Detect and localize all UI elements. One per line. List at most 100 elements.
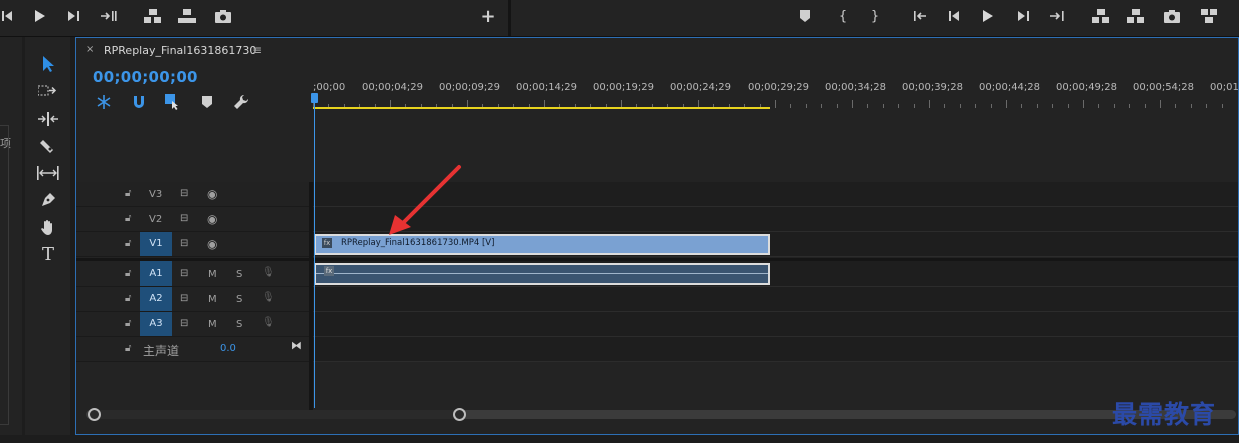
microphone-icon[interactable]: 🎙︎ [262, 292, 275, 303]
time-ruler[interactable]: ;00;00 00;00;04;29 00;00;09;29 00;00;14;… [313, 78, 1239, 108]
ruler-tick [867, 104, 869, 108]
ruler-tick [975, 104, 977, 108]
export-frame-icon[interactable] [212, 5, 234, 27]
playhead-handle[interactable] [311, 93, 318, 103]
lock-icon[interactable]: 🔓︎ [125, 293, 131, 304]
linked-selection-icon[interactable] [164, 93, 182, 111]
solo-button[interactable]: S [236, 269, 242, 280]
snap-magnet-icon[interactable] [130, 93, 148, 111]
ruler-label: 00;00;14;29 [516, 82, 578, 93]
razor-tool-icon[interactable] [35, 135, 61, 157]
source-patch-a3[interactable]: A3 [140, 312, 172, 336]
ruler-label: 00;00;09;29 [439, 82, 501, 93]
lock-icon[interactable]: 🔓︎ [125, 188, 131, 199]
go-to-in-icon[interactable] [910, 5, 932, 27]
eye-icon[interactable]: ◉ [207, 212, 217, 226]
lock-icon[interactable]: 🔓︎ [125, 343, 131, 354]
solo-button[interactable]: S [236, 319, 242, 330]
step-forward-icon[interactable] [64, 5, 84, 27]
mark-in-icon[interactable]: { [834, 5, 852, 27]
step-back-program-icon[interactable] [944, 5, 964, 27]
step-back-icon[interactable] [0, 5, 14, 27]
sequence-tab[interactable]: × RPReplay_Final1631861730 ≡ [76, 38, 1238, 63]
watermark-logo: 最需教育 [1112, 400, 1217, 429]
track-lane-master[interactable] [313, 337, 1238, 362]
ruler-tick [944, 104, 946, 108]
add-marker-timeline-icon[interactable] [198, 93, 216, 111]
type-tool-icon[interactable]: T [35, 243, 61, 265]
playhead-line[interactable] [314, 93, 315, 408]
lock-icon[interactable]: 🔓︎ [125, 213, 131, 224]
solo-button[interactable]: S [236, 294, 242, 305]
track-select-tool-icon[interactable] [35, 80, 61, 102]
playhead-timecode[interactable]: 00;00;00;00 [93, 68, 198, 86]
ruler-tick [1113, 104, 1115, 108]
play-icon[interactable] [30, 5, 50, 27]
eye-icon[interactable]: ◉ [207, 237, 217, 251]
play-program-icon[interactable] [978, 5, 998, 27]
ruler-tick [836, 104, 838, 108]
ruler-label: 00;00;34;28 [825, 82, 887, 93]
ruler-label: 00;00;24;29 [670, 82, 732, 93]
mute-button[interactable]: M [208, 319, 217, 330]
go-to-out-icon[interactable] [1046, 5, 1068, 27]
sync-lock-icon[interactable]: ⊟ [180, 268, 188, 279]
sync-lock-icon[interactable]: ⊟ [180, 238, 188, 249]
source-patch-v1[interactable]: V1 [140, 232, 172, 256]
source-patch-a2[interactable]: A2 [140, 287, 172, 311]
panel-content-edge [0, 125, 9, 425]
mute-button[interactable]: M [208, 269, 217, 280]
overwrite-icon[interactable] [142, 5, 164, 27]
ruler-tick [1190, 104, 1192, 108]
microphone-icon[interactable]: 🎙︎ [262, 267, 275, 278]
close-tab-icon[interactable]: × [86, 44, 94, 55]
source-patch-a1[interactable]: A1 [140, 261, 172, 286]
ruler-tick [959, 104, 961, 108]
add-marker-icon[interactable] [796, 5, 814, 27]
track-lane-a2[interactable] [313, 287, 1238, 312]
microphone-icon[interactable]: 🎙︎ [262, 317, 275, 328]
export-frame-program-icon[interactable] [1161, 5, 1183, 27]
ruler-tick [852, 100, 853, 108]
nest-toggle-icon[interactable] [95, 93, 113, 111]
header-divider[interactable] [309, 182, 313, 410]
zoom-handle-right[interactable] [453, 408, 466, 421]
lock-icon[interactable]: 🔓︎ [125, 238, 131, 249]
slip-tool-icon[interactable] [35, 162, 61, 184]
add-button-icon[interactable]: + [478, 5, 498, 27]
audio-clip[interactable]: fx [314, 263, 770, 285]
lock-icon[interactable]: 🔓︎ [125, 268, 131, 279]
master-volume-value[interactable]: 0.0 [220, 343, 236, 354]
lift-program-icon[interactable] [1090, 5, 1112, 27]
track-name-v2: V2 [149, 214, 163, 225]
ripple-edit-tool-icon[interactable] [35, 108, 61, 130]
comparison-view-icon[interactable] [1198, 5, 1220, 27]
sync-lock-icon[interactable]: ⊟ [180, 293, 188, 304]
zoom-handle-left[interactable] [88, 408, 101, 421]
zoom-scroll-thumb[interactable] [92, 410, 462, 419]
lock-icon[interactable]: 🔓︎ [125, 318, 131, 329]
mark-out-icon[interactable]: } [866, 5, 884, 27]
mute-button[interactable]: M [208, 294, 217, 305]
ruler-label: ;00;00 [313, 82, 346, 93]
hand-tool-icon[interactable] [35, 216, 61, 238]
eye-icon[interactable]: ◉ [207, 187, 217, 201]
step-forward-program-icon[interactable] [1014, 5, 1034, 27]
pen-tool-icon[interactable] [35, 189, 61, 211]
go-to-edit-icon[interactable]: ⧓ [291, 339, 302, 352]
insert-icon[interactable] [98, 5, 120, 27]
ruler-label: 00;00;29;29 [748, 82, 810, 93]
selection-tool-icon[interactable] [35, 53, 61, 75]
lift-icon[interactable] [176, 5, 198, 27]
ruler-tick [790, 104, 792, 108]
track-lane-a3[interactable] [313, 312, 1238, 337]
timeline-settings-wrench-icon[interactable] [232, 93, 250, 111]
work-area-bar[interactable] [313, 107, 770, 109]
sequence-tab-title[interactable]: RPReplay_Final1631861730 [104, 44, 256, 57]
extract-program-icon[interactable] [1125, 5, 1147, 27]
sync-lock-icon[interactable]: ⊟ [180, 213, 188, 224]
sync-lock-icon[interactable]: ⊟ [180, 318, 188, 329]
sync-lock-icon[interactable]: ⊟ [180, 188, 188, 199]
panel-menu-icon[interactable]: ≡ [252, 43, 262, 57]
ruler-tick [1006, 100, 1007, 108]
